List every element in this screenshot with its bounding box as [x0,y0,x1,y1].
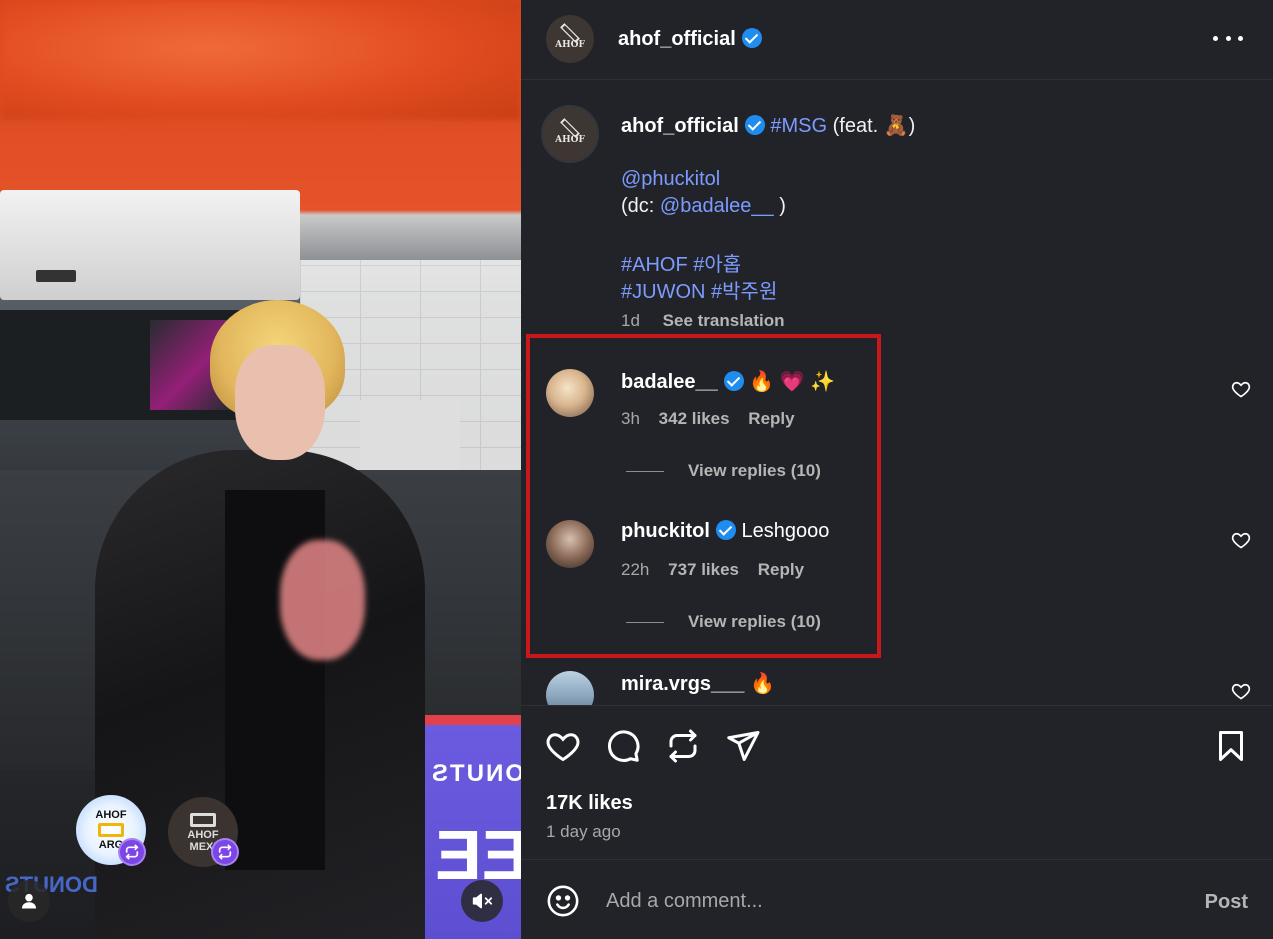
mute-toggle-button[interactable] [461,880,503,922]
see-translation-button[interactable]: See translation [663,311,785,330]
author-avatar-text: AHOF [555,40,585,50]
repost-icon[interactable] [665,728,701,764]
comment-like-heart-icon[interactable] [1231,379,1251,399]
caption-dc-close: ) [773,195,786,217]
verified-badge-icon [741,28,762,48]
comment-bubble-icon[interactable] [605,728,641,764]
hashtag-link[interactable]: #아홉 [693,254,741,276]
caption-first-line: ahof_official #MSG (feat. 🧸) [621,113,915,138]
highlight-box [526,334,881,658]
volume-muted-icon [472,893,493,909]
commenter-username[interactable]: mira.vrgs___ [621,673,744,695]
comment-like-heart-icon[interactable] [1231,530,1251,550]
background-ac-slot [36,270,76,282]
comment-composer: Post [521,861,1273,939]
background-sign [0,0,521,120]
logo-diamond-icon [190,813,216,827]
post-side-panel: AHOF ahof_official AHOF ahof_official #M… [521,0,1273,939]
hashtag-link[interactable]: #MSG [770,115,827,137]
caption-username[interactable]: ahof_official [621,115,739,137]
like-heart-icon[interactable] [545,728,581,764]
user-tag-icon [21,893,37,909]
caption-meta: 1d See translation [621,311,785,331]
collab-avatar-label: AHOF [187,829,219,841]
person-face [235,345,325,460]
collab-avatar-label: AHOF [95,809,127,821]
caption-author-avatar[interactable]: AHOF [541,105,599,163]
caption-time: 1d [621,311,640,330]
caption-dc-line: (dc: @badalee__ ) [621,195,786,218]
comment-like-heart-icon[interactable] [1231,681,1251,701]
verified-badge-icon [744,115,765,135]
author-username-text: ahof_official [618,28,736,50]
comment-input[interactable] [606,883,1166,919]
author-avatar[interactable]: AHOF [546,15,594,63]
more-dot-icon [1238,35,1243,41]
save-bookmark-icon[interactable] [1213,728,1249,764]
share-send-icon[interactable] [725,728,761,764]
post-media-video[interactable]: DONUTS EE DONUTS AHOF ARG AHOF MEXI [0,0,521,939]
post-header: AHOF ahof_official [521,0,1273,80]
comment-body: 🔥 [749,673,775,695]
caption-feat-open: (feat. [832,115,884,137]
caption-dc-open: (dc: [621,195,660,217]
mention-link[interactable]: @badalee__ [660,195,774,217]
person-hand [280,540,365,660]
post-comment-button[interactable]: Post [1205,891,1248,914]
hashtag-link[interactable]: #JUWON [621,281,705,303]
caption-tags-line-2: #JUWON #박주원 [621,275,777,304]
caption-feat-emoji: 🧸 [883,115,909,137]
background-panel-text: DONUTS [430,760,521,787]
post-likes-count[interactable]: 17K likes [546,792,633,815]
repost-badge-icon [118,838,146,866]
comment-text: mira.vrgs___ 🔥 [621,671,775,696]
post-time-ago[interactable]: 1 day ago [546,822,621,842]
logo-diamond-icon [98,823,124,837]
more-dot-icon [1213,35,1218,41]
hashtag-link[interactable]: #AHOF [621,254,688,276]
author-username[interactable]: ahof_official [618,28,762,51]
caption-tags-line-1: #AHOF #아홉 [621,248,741,277]
commenter-avatar[interactable] [546,671,594,705]
tagged-users-button[interactable] [8,880,50,922]
more-options-button[interactable] [1213,26,1243,50]
mention-link[interactable]: @phuckitol [621,168,720,191]
caption-feat-close: ) [908,115,916,137]
caption-avatar-text: AHOF [555,135,585,145]
more-dot-icon [1225,35,1231,41]
emoji-picker-icon[interactable] [546,884,580,918]
background-ac-unit [0,190,300,300]
hashtag-link[interactable]: #박주원 [711,281,777,303]
comment-item: mira.vrgs___ 🔥 [521,671,1273,705]
post-actions: 17K likes 1 day ago [521,705,1273,860]
repost-badge-icon [211,838,239,866]
